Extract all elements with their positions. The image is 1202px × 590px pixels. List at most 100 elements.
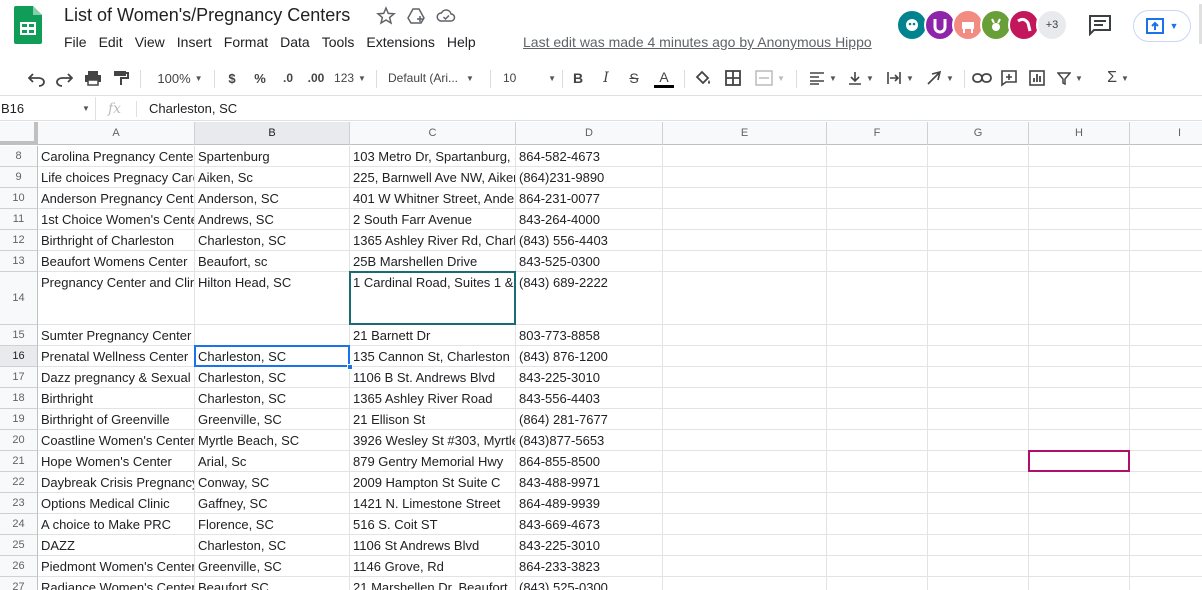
cell-d19[interactable]: (864) 281-7677 bbox=[516, 409, 663, 430]
cell-a10[interactable]: Anderson Pregnancy Center bbox=[38, 188, 195, 209]
row-header[interactable]: 9 bbox=[0, 167, 38, 188]
percent-format-button[interactable]: % bbox=[250, 66, 270, 90]
merge-cells-button[interactable]: ▼ bbox=[752, 66, 788, 90]
cell-g27[interactable] bbox=[928, 577, 1029, 590]
cell-c9[interactable]: 225, Barnwell Ave NW, Aiken bbox=[350, 167, 516, 188]
row-header[interactable]: 26 bbox=[0, 556, 38, 577]
cell-g8[interactable] bbox=[928, 146, 1029, 167]
cell-c26[interactable]: 1146 Grove, Rd bbox=[350, 556, 516, 577]
cell-i8[interactable] bbox=[1130, 146, 1202, 167]
cell-i19[interactable] bbox=[1130, 409, 1202, 430]
row-header[interactable]: 10 bbox=[0, 188, 38, 209]
cell-c27[interactable]: 21 Marshellen Dr, Beaufort bbox=[350, 577, 516, 590]
cell-e27[interactable] bbox=[663, 577, 827, 590]
cell-e24[interactable] bbox=[663, 514, 827, 535]
sheets-logo-icon[interactable] bbox=[14, 6, 42, 44]
cell-d20[interactable]: (843)877-5653 bbox=[516, 430, 663, 451]
cell-b15[interactable] bbox=[195, 325, 350, 346]
cell-b21[interactable]: Arial, Sc bbox=[195, 451, 350, 472]
cell-h15[interactable] bbox=[1029, 325, 1130, 346]
column-header-h[interactable]: H bbox=[1029, 122, 1130, 145]
cell-e25[interactable] bbox=[663, 535, 827, 556]
row-header[interactable]: 17 bbox=[0, 367, 38, 388]
name-box-caret-icon[interactable]: ▼ bbox=[82, 97, 90, 121]
more-collaborators-badge[interactable]: +3 bbox=[1036, 9, 1068, 41]
cell-d22[interactable]: 843-488-9971 bbox=[516, 472, 663, 493]
cell-c24[interactable]: 516 S. Coit ST bbox=[350, 514, 516, 535]
cell-c12[interactable]: 1365 Ashley River Rd, Charleston bbox=[350, 230, 516, 251]
cell-b23[interactable]: Gaffney, SC bbox=[195, 493, 350, 514]
cell-d23[interactable]: 864-489-9939 bbox=[516, 493, 663, 514]
cell-f25[interactable] bbox=[827, 535, 928, 556]
cell-e18[interactable] bbox=[663, 388, 827, 409]
cell-f23[interactable] bbox=[827, 493, 928, 514]
cell-c23[interactable]: 1421 N. Limestone Street bbox=[350, 493, 516, 514]
cell-b25[interactable]: Charleston, SC bbox=[195, 535, 350, 556]
cell-e14[interactable] bbox=[663, 272, 827, 325]
cell-f18[interactable] bbox=[827, 388, 928, 409]
paint-format-icon[interactable] bbox=[112, 66, 130, 90]
cell-d17[interactable]: 843-225-3010 bbox=[516, 367, 663, 388]
cell-b11[interactable]: Andrews, SC bbox=[195, 209, 350, 230]
cell-h17[interactable] bbox=[1029, 367, 1130, 388]
cell-g20[interactable] bbox=[928, 430, 1029, 451]
cell-b10[interactable]: Anderson, SC bbox=[195, 188, 350, 209]
cell-g21[interactable] bbox=[928, 451, 1029, 472]
column-header-a[interactable]: A bbox=[38, 122, 195, 145]
row-header[interactable]: 12 bbox=[0, 230, 38, 251]
redo-icon[interactable] bbox=[55, 66, 73, 90]
cell-g9[interactable] bbox=[928, 167, 1029, 188]
row-header[interactable]: 14 bbox=[0, 272, 38, 325]
row-header[interactable]: 25 bbox=[0, 535, 38, 556]
cell-b22[interactable]: Conway, SC bbox=[195, 472, 350, 493]
cell-f16[interactable] bbox=[827, 346, 928, 367]
column-header-g[interactable]: G bbox=[928, 122, 1029, 145]
cell-a11[interactable]: 1st Choice Women's Center bbox=[38, 209, 195, 230]
cell-e26[interactable] bbox=[663, 556, 827, 577]
cell-e21[interactable] bbox=[663, 451, 827, 472]
cell-f24[interactable] bbox=[827, 514, 928, 535]
functions-button[interactable]: Σ ▼ bbox=[1102, 66, 1134, 90]
cell-h8[interactable] bbox=[1029, 146, 1130, 167]
cell-h20[interactable] bbox=[1029, 430, 1130, 451]
text-wrapping-button[interactable]: ▼ bbox=[884, 66, 916, 90]
cell-i10[interactable] bbox=[1130, 188, 1202, 209]
more-formats-select[interactable]: 123 ▼ bbox=[333, 66, 367, 90]
cell-h9[interactable] bbox=[1029, 167, 1130, 188]
cell-a14[interactable]: Pregnancy Center and Clinic bbox=[38, 272, 195, 325]
column-header-f[interactable]: F bbox=[827, 122, 928, 145]
menu-data[interactable]: Data bbox=[274, 33, 316, 53]
cell-i13[interactable] bbox=[1130, 251, 1202, 272]
italic-button[interactable]: I bbox=[598, 66, 614, 90]
menu-extensions[interactable]: Extensions bbox=[360, 33, 440, 53]
cell-i26[interactable] bbox=[1130, 556, 1202, 577]
cell-a20[interactable]: Coastline Women's Center bbox=[38, 430, 195, 451]
cell-h12[interactable] bbox=[1029, 230, 1130, 251]
cell-e12[interactable] bbox=[663, 230, 827, 251]
insert-chart-icon[interactable] bbox=[1028, 66, 1046, 90]
cell-h14[interactable] bbox=[1029, 272, 1130, 325]
menu-help[interactable]: Help bbox=[441, 33, 482, 53]
cell-c22[interactable]: 2009 Hampton St Suite C bbox=[350, 472, 516, 493]
cell-a12[interactable]: Birthright of Charleston bbox=[38, 230, 195, 251]
print-icon[interactable] bbox=[84, 66, 102, 90]
last-edit-link[interactable]: Last edit was made 4 minutes ago by Anon… bbox=[523, 33, 872, 51]
cell-b19[interactable]: Greenville, SC bbox=[195, 409, 350, 430]
cell-a24[interactable]: A choice to Make PRC bbox=[38, 514, 195, 535]
cell-h26[interactable] bbox=[1029, 556, 1130, 577]
cell-f11[interactable] bbox=[827, 209, 928, 230]
cell-f26[interactable] bbox=[827, 556, 928, 577]
cell-e10[interactable] bbox=[663, 188, 827, 209]
cell-a18[interactable]: Birthright bbox=[38, 388, 195, 409]
cell-d8[interactable]: 864-582-4673 bbox=[516, 146, 663, 167]
move-to-drive-icon[interactable] bbox=[406, 6, 426, 26]
cell-a23[interactable]: Options Medical Clinic bbox=[38, 493, 195, 514]
cell-c16[interactable]: 135 Cannon St, Charleston bbox=[350, 346, 516, 367]
cell-g15[interactable] bbox=[928, 325, 1029, 346]
cell-f14[interactable] bbox=[827, 272, 928, 325]
cell-a27[interactable]: Radiance Women's Center bbox=[38, 577, 195, 590]
cell-c14[interactable]: 1 Cardinal Road, Suites 1 & 2 bbox=[350, 272, 516, 325]
cell-a19[interactable]: Birthright of Greenville bbox=[38, 409, 195, 430]
column-header-b[interactable]: B bbox=[195, 122, 350, 145]
cell-i17[interactable] bbox=[1130, 367, 1202, 388]
